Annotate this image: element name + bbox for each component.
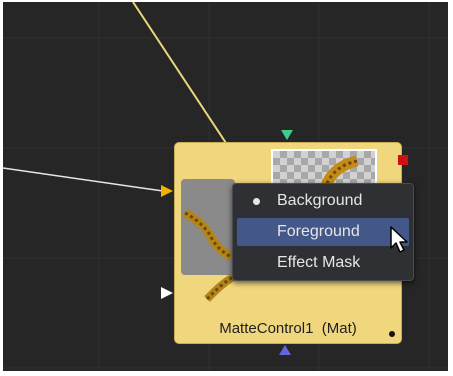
- mouse-pointer-icon: [390, 226, 408, 253]
- menu-item-effect-mask[interactable]: Effect Mask: [237, 249, 409, 277]
- connection-white: [3, 167, 164, 192]
- menu-item-label: Background: [277, 192, 363, 209]
- menu-item-foreground[interactable]: Foreground: [237, 218, 409, 246]
- foreground-input-port[interactable]: [280, 129, 294, 141]
- node-flow-canvas[interactable]: MatteControl1 (Mat) Background Foregroun…: [3, 2, 448, 371]
- menu-item-label: Effect Mask: [277, 254, 361, 271]
- node-title: MatteControl1 (Mat): [219, 320, 357, 337]
- effect-mask-input-port[interactable]: [278, 344, 292, 356]
- background-input-port[interactable]: [160, 184, 174, 198]
- output-port[interactable]: [397, 154, 409, 166]
- menu-item-background[interactable]: Background: [237, 187, 409, 215]
- selected-bullet-icon: [253, 198, 260, 205]
- node-input-preview: [181, 179, 235, 275]
- node-status-dot: [389, 331, 395, 337]
- context-menu: Background Foreground Effect Mask: [232, 183, 414, 281]
- menu-item-label: Foreground: [277, 223, 360, 240]
- secondary-input-port[interactable]: [160, 286, 174, 300]
